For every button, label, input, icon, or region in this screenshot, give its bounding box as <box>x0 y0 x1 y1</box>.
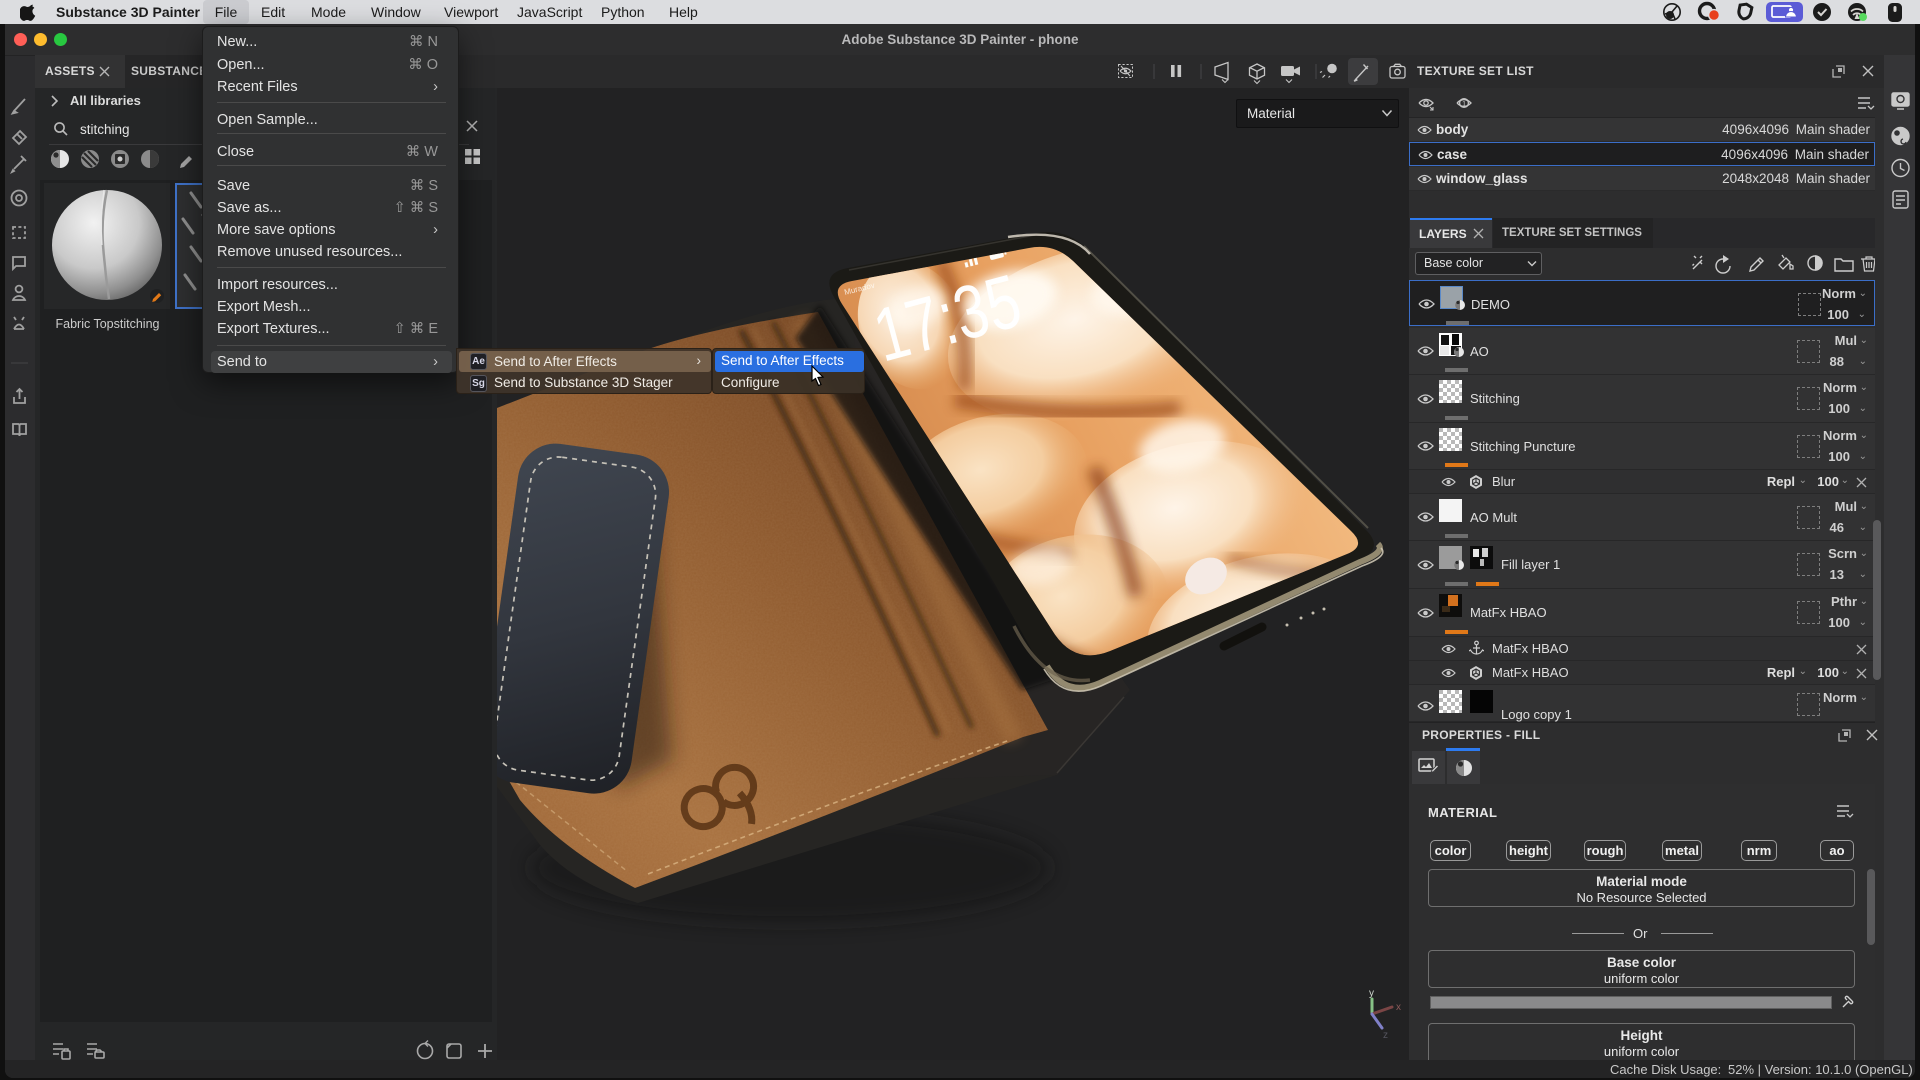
svg-text:y: y <box>1369 988 1374 999</box>
svg-text:x: x <box>1396 1002 1401 1013</box>
svg-text:1: 1 <box>1462 99 1466 108</box>
svg-text:z: z <box>1383 1030 1388 1041</box>
